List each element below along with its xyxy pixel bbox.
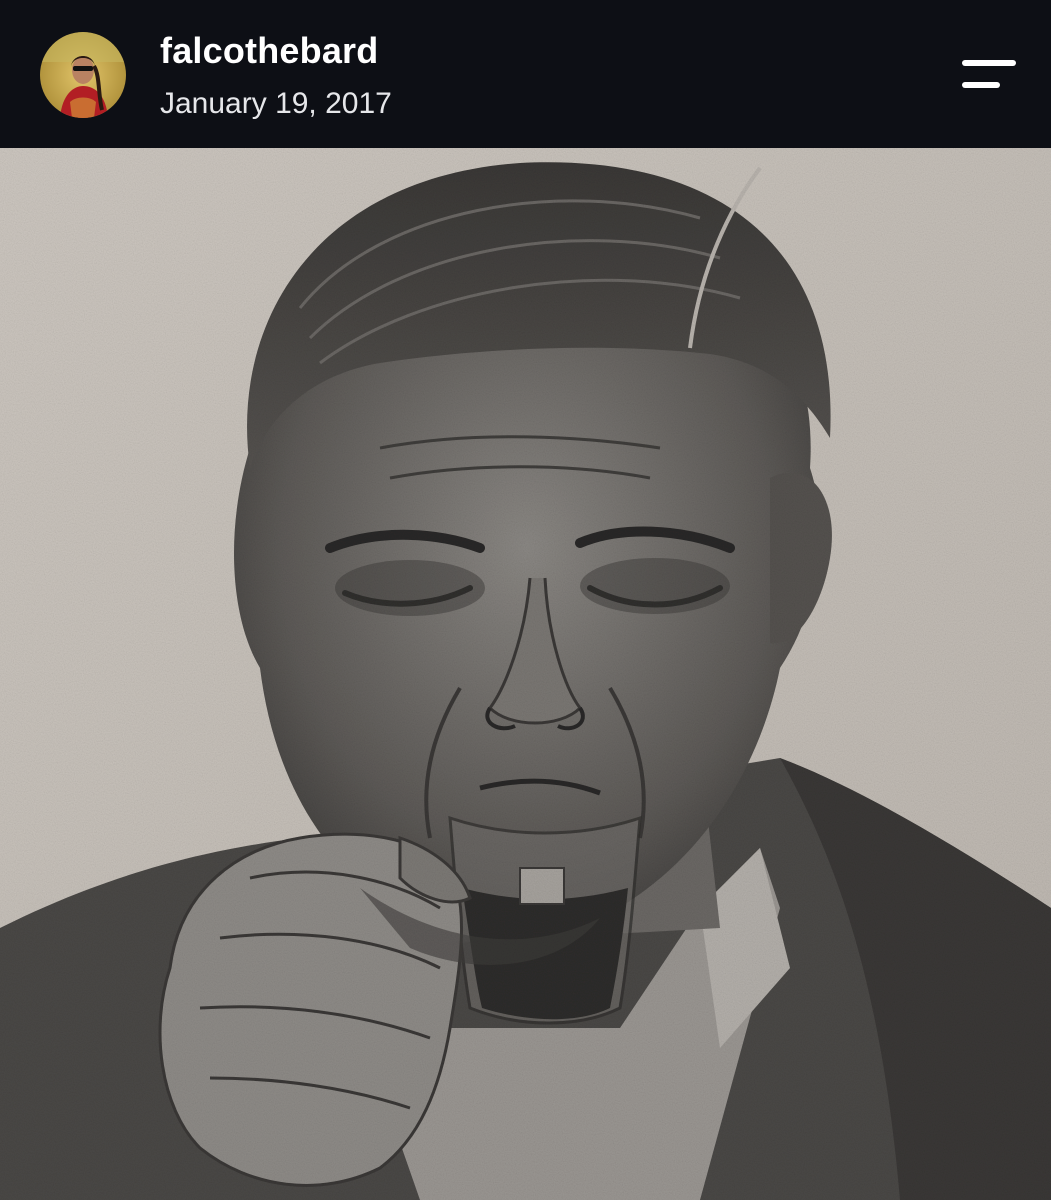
menu-button[interactable] xyxy=(956,56,1020,96)
post-date: January 19, 2017 xyxy=(160,87,392,120)
post-header: falcothebard January 19, 2017 xyxy=(0,0,1051,148)
pencil-drawing-image xyxy=(0,148,1051,1200)
profile-avatar[interactable] xyxy=(40,32,126,118)
post-username[interactable]: falcothebard xyxy=(160,30,378,72)
post-image[interactable] xyxy=(0,148,1051,1200)
